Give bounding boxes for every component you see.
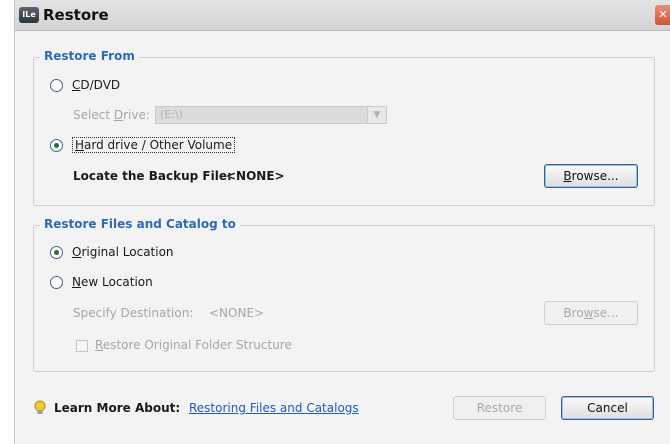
chevron-down-icon[interactable]: ▼ (367, 107, 386, 123)
restore-structure-checkbox[interactable] (76, 340, 88, 352)
original-location-option[interactable]: Original Location (50, 243, 174, 261)
hard-drive-radio[interactable] (50, 138, 63, 152)
restore-from-group: Restore From CD/DVD Select Drive: (E:\) … (33, 49, 655, 206)
drive-select-value: (E:\) (160, 108, 183, 121)
lightbulb-icon (34, 400, 46, 414)
learn-more-label: Learn More About: (54, 401, 181, 415)
locate-backup-value: <NONE> (226, 169, 285, 183)
browse-backup-button[interactable]: Browse... (544, 164, 638, 188)
restore-to-group: Restore Files and Catalog to Original Lo… (33, 217, 655, 372)
dialog-title: Restore (43, 6, 109, 24)
new-location-radio[interactable] (50, 275, 63, 289)
close-icon: ✕ (658, 8, 668, 21)
select-drive-label: Select Drive: (73, 108, 150, 122)
restore-button[interactable]: Restore (453, 396, 546, 420)
drive-select[interactable]: (E:\) ▼ (155, 106, 387, 124)
original-location-label: Original Location (72, 245, 174, 259)
learn-more-link[interactable]: Restoring Files and Catalogs (189, 401, 359, 415)
restore-to-title: Restore Files and Catalog to (40, 217, 240, 231)
title-bar: ILe Restore ✕ (15, 0, 670, 31)
new-location-label: New Location (72, 275, 153, 289)
restore-dialog: ILe Restore ✕ Restore From CD/DVD Select… (14, 0, 670, 444)
original-location-radio[interactable] (50, 245, 63, 259)
cd-dvd-radio[interactable] (50, 78, 63, 92)
restore-from-title: Restore From (40, 49, 139, 63)
locate-backup-label: Locate the Backup File: (73, 169, 232, 183)
hard-drive-option[interactable]: Hard drive / Other Volume (50, 136, 236, 154)
cancel-button[interactable]: Cancel (561, 396, 654, 420)
cd-dvd-option[interactable]: CD/DVD (50, 76, 120, 94)
cd-dvd-label: CD/DVD (72, 78, 121, 92)
hard-drive-label: Hard drive / Other Volume (72, 137, 236, 153)
restore-structure-label: Restore Original Folder Structure (95, 338, 292, 352)
close-button[interactable]: ✕ (655, 5, 670, 25)
browse-destination-button[interactable]: Browse... (544, 301, 638, 325)
specify-destination-label: Specify Destination: (73, 306, 194, 320)
app-icon: ILe (19, 7, 39, 23)
specify-destination-value: <NONE> (209, 306, 265, 320)
new-location-option[interactable]: New Location (50, 273, 153, 291)
